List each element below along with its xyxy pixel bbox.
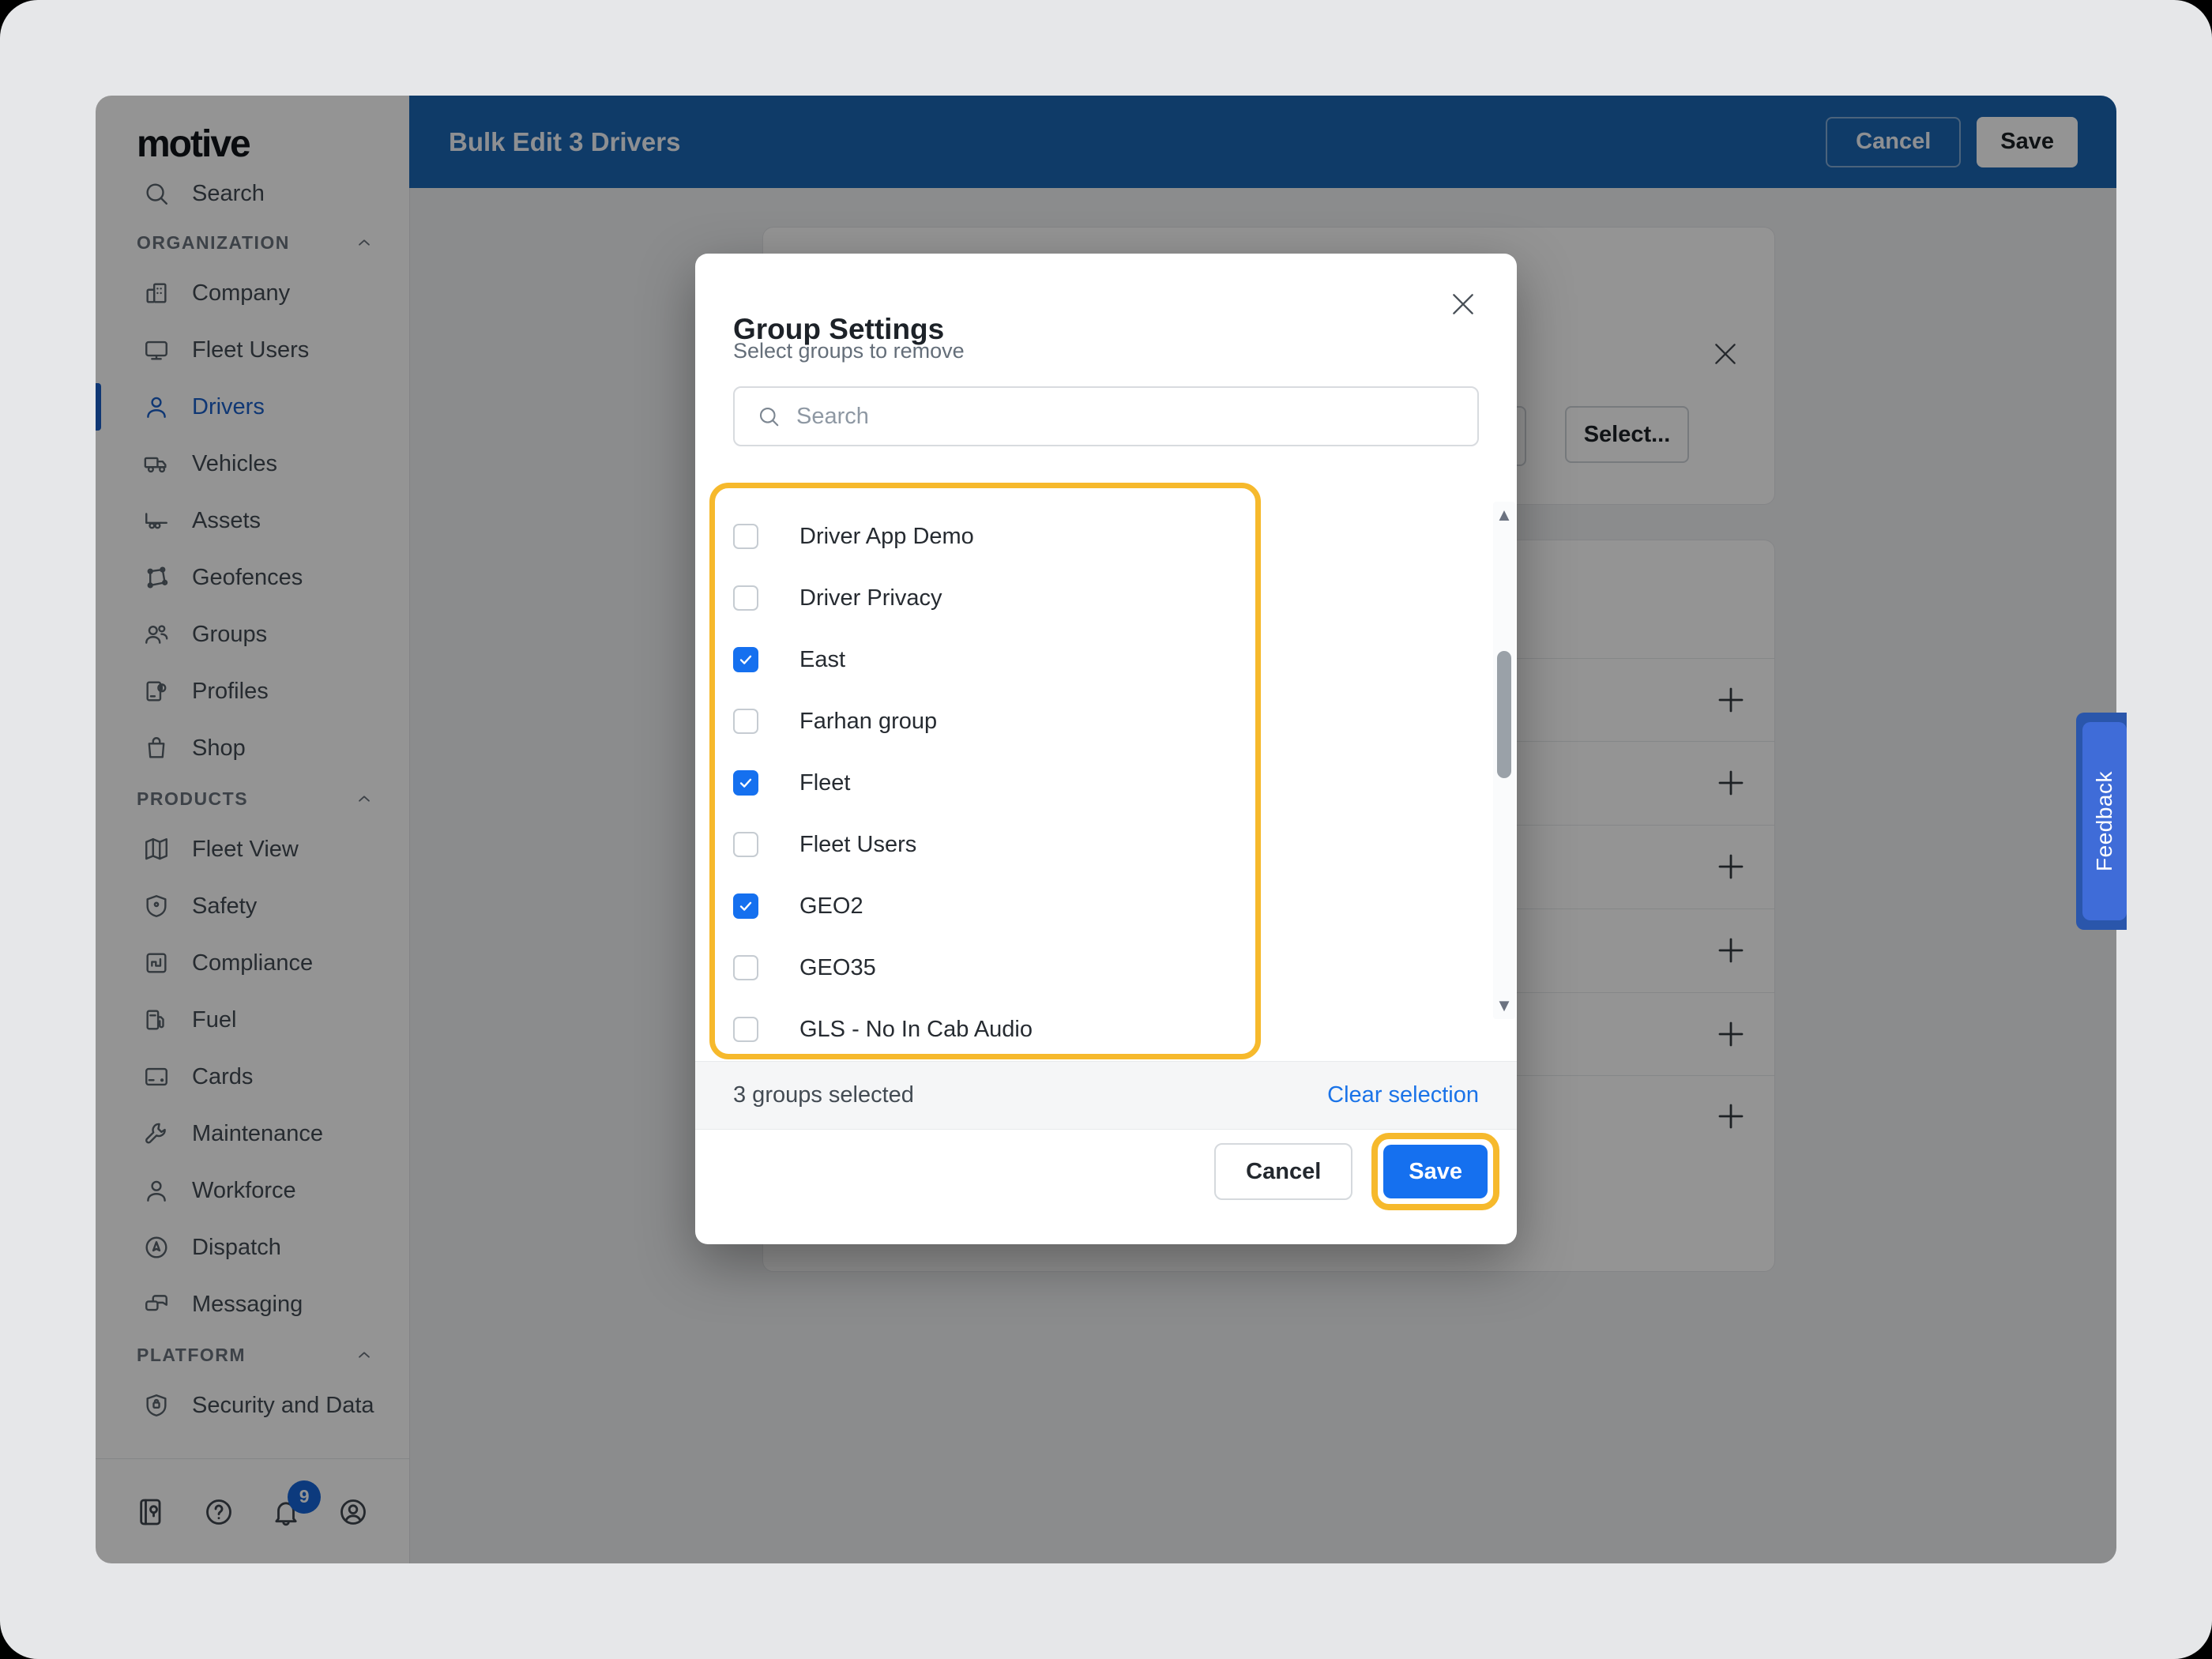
checkbox-unchecked[interactable] (733, 524, 758, 549)
group-row-fleet-users[interactable]: Fleet Users (733, 814, 1223, 875)
scroll-down-icon[interactable]: ▼ (1493, 994, 1515, 1018)
group-row-east[interactable]: East (733, 629, 1223, 690)
feedback-tab[interactable]: Feedback (2076, 713, 2127, 930)
checkbox-checked[interactable] (733, 647, 758, 672)
group-label: Fleet Users (799, 832, 916, 858)
feedback-tab-label: Feedback (2092, 771, 2117, 871)
scroll-up-icon[interactable]: ▲ (1493, 503, 1515, 527)
group-label: GEO2 (799, 893, 863, 920)
page-frame: motive Search ORGANIZATIONCompanyFleet U… (0, 0, 2212, 1659)
group-row-driver-privacy[interactable]: Driver Privacy (733, 567, 1223, 629)
group-label: GLS - No In Cab Audio (799, 1017, 1033, 1043)
modal-subtitle: Select groups to remove (733, 339, 965, 363)
checkbox-unchecked[interactable] (733, 585, 758, 611)
group-row-geo2[interactable]: GEO2 (733, 875, 1223, 937)
checkbox-unchecked[interactable] (733, 709, 758, 734)
group-label: Driver Privacy (799, 585, 942, 611)
group-label: Driver App Demo (799, 524, 974, 550)
group-search-input[interactable] (795, 403, 1477, 431)
clear-selection-link[interactable]: Clear selection (1327, 1082, 1479, 1108)
modal-cancel-button[interactable]: Cancel (1214, 1143, 1352, 1200)
group-search-box (733, 386, 1479, 446)
group-label: Farhan group (799, 709, 937, 735)
selected-count: 3 groups selected (733, 1082, 914, 1108)
highlight-ring-save-button: Save (1371, 1133, 1499, 1210)
selection-summary-bar: 3 groups selected Clear selection (695, 1061, 1517, 1130)
group-row-geo35[interactable]: GEO35 (733, 937, 1223, 999)
close-icon[interactable] (1447, 288, 1479, 320)
search-icon (757, 404, 781, 428)
checkbox-unchecked[interactable] (733, 955, 758, 980)
scrollbar[interactable]: ▲ ▼ (1493, 502, 1515, 1019)
checkbox-unchecked[interactable] (733, 832, 758, 857)
checkbox-unchecked[interactable] (733, 1017, 758, 1042)
modal-save-button[interactable]: Save (1383, 1145, 1488, 1198)
group-row-driver-app-demo[interactable]: Driver App Demo (733, 506, 1223, 567)
group-label: East (799, 647, 845, 673)
group-row-farhan-group[interactable]: Farhan group (733, 690, 1223, 752)
scrollbar-thumb[interactable] (1497, 651, 1511, 778)
group-row-gls-no-in-cab-audio[interactable]: GLS - No In Cab Audio (733, 999, 1223, 1060)
checkbox-checked[interactable] (733, 893, 758, 919)
group-settings-modal: Group Settings Select groups to remove D… (695, 254, 1517, 1244)
group-label: Fleet (799, 770, 850, 796)
checkbox-checked[interactable] (733, 770, 758, 796)
group-list: Driver App Demo Driver Privacy East Farhan … (733, 506, 1223, 1060)
feedback-tab-inner: Feedback (2082, 722, 2127, 920)
group-label: GEO35 (799, 955, 876, 981)
app-window: motive Search ORGANIZATIONCompanyFleet U… (96, 96, 2116, 1563)
group-row-fleet[interactable]: Fleet (733, 752, 1223, 814)
